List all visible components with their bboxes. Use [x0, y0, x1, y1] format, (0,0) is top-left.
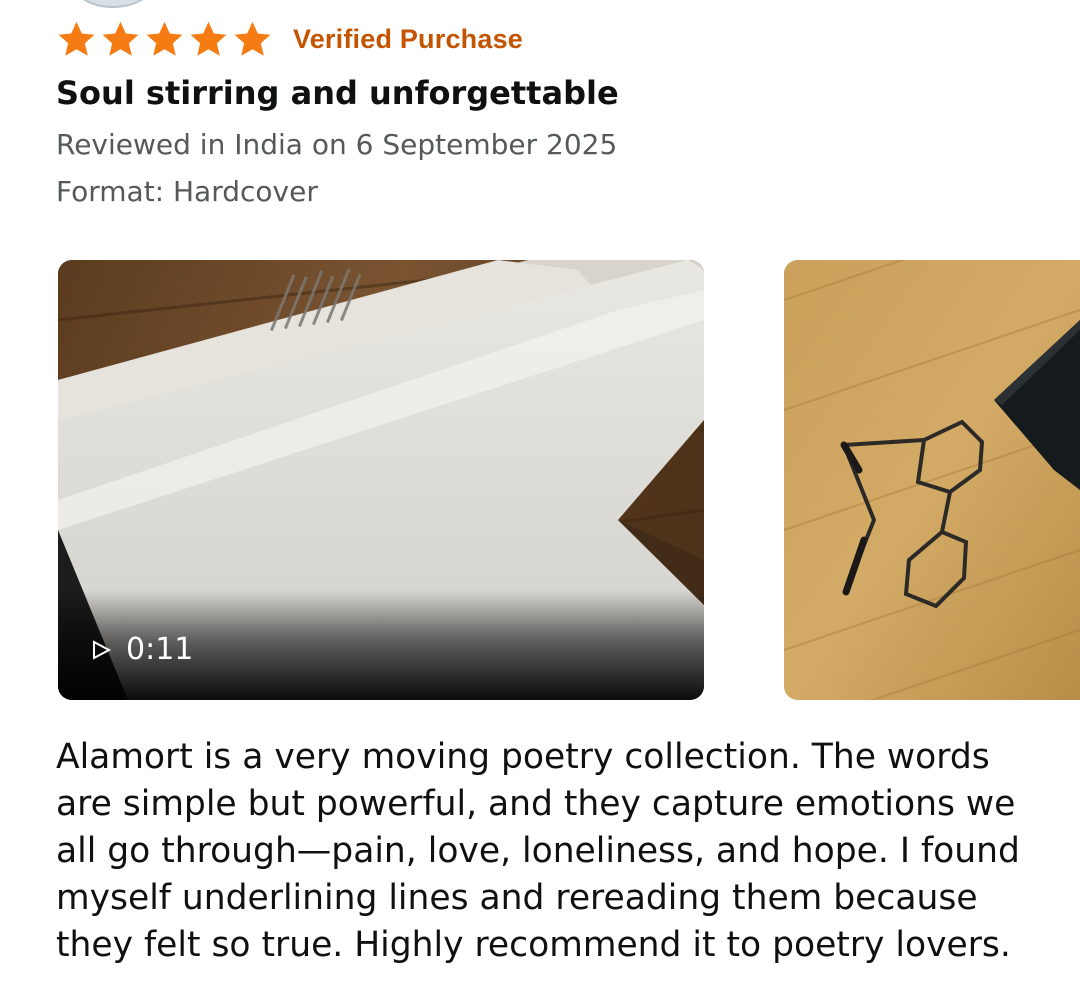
photo-illustration: [784, 260, 1080, 700]
video-duration: 0:11: [90, 632, 193, 667]
video-duration-label: 0:11: [126, 632, 194, 667]
star-icon: [58, 21, 95, 56]
star-icon: [234, 21, 271, 56]
star-rating: [56, 19, 273, 60]
star-icon: [190, 21, 227, 56]
star-icon: [146, 21, 183, 56]
play-outline-icon: [93, 639, 112, 660]
review-video-thumbnail[interactable]: 0:11: [58, 260, 704, 700]
rating-row: Verified Purchase: [56, 18, 523, 60]
star-icon: [102, 21, 139, 56]
review-photo-thumbnail[interactable]: [784, 260, 1080, 700]
reviewer-avatar[interactable]: [72, 0, 154, 8]
review-title: Soul stirring and unforgettable: [56, 74, 619, 112]
review-date: Reviewed in India on 6 September 2025: [56, 128, 618, 161]
verified-purchase-badge: Verified Purchase: [293, 23, 524, 54]
review-format: Format: Hardcover: [56, 175, 318, 208]
review-body: Alamort is a very moving poetry collecti…: [56, 737, 1020, 965]
